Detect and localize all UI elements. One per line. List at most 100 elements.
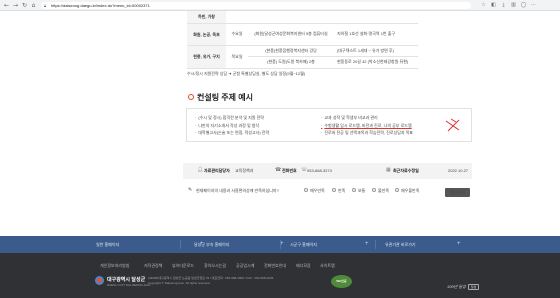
topic-list-right: 교과 성적 및 학생부 비교과 관리 수험생활 입시 로드맵, 비전과 진로, … <box>321 114 413 137</box>
day-cell <box>226 11 248 24</box>
phone-label: 전화번호 <box>282 168 297 173</box>
footer-link[interactable]: 저작권정책 <box>144 263 162 269</box>
radio-satisfied[interactable] <box>332 188 336 192</box>
note-cell: 현풍동로 20길 42 (박소신한태강창원 뒤편) <box>334 56 418 69</box>
link-label: 시군구 홈페이지 <box>290 242 317 247</box>
slogan-text: 100년 달성 <box>447 284 466 289</box>
schedule-note: 수시/정시 지원전략 상담 ➜ 군청 특별상담실, 별도 상담 일정(9월~12… <box>187 71 306 76</box>
list-item: 교과 성적 및 학생부 비교과 관리 <box>321 114 413 122</box>
address-line: (43008)대구광역시 달성군 논공읍 달성군청로 33 / 대표전화 : 0… <box>148 276 274 280</box>
site-footer: 개인정보처리방침 저작권정책 뷰어다운로드 찾아오시는길 공공업시계 전화번호안… <box>0 253 560 298</box>
footer-link[interactable]: 개인정보처리방침 <box>100 263 129 269</box>
place-cell: (현풍) 도원(도원 북카페) 2층 <box>248 56 334 69</box>
region-text: 현풍, 유가, 구지 <box>193 54 220 59</box>
slogan-tag: 달성 <box>467 284 480 290</box>
option-label: 매우불만족 <box>401 188 420 193</box>
link-related-orgs[interactable]: 유관기관 바로가기 + <box>385 240 465 249</box>
forward-arrow-icon[interactable]: → <box>12 2 19 9</box>
evaluate-button[interactable]: 평가하기 <box>445 188 470 197</box>
divider <box>375 240 376 249</box>
user-icon: 👤︎ <box>197 167 204 173</box>
date-value: 2022.10.27 <box>448 168 469 173</box>
satisfaction-survey: ✎ 현재페이지의 내용과 사용편의성에 만족하십니까? 매우만족 만족 보통 불… <box>183 183 472 199</box>
option-label: 보통 <box>358 188 366 193</box>
footer-link[interactable]: 사이트맵 <box>320 263 335 269</box>
footer-link[interactable]: 공공업시계 <box>236 263 254 269</box>
list-item: (수시 및 정시) 합격전 분석 및 지원 전략 <box>195 114 269 122</box>
org-name-en: DAEGU CITY DALSEONG-GUN <box>107 283 151 287</box>
copyright-line: Copyright © Dalseong-Gun. All rights res… <box>148 280 211 285</box>
calendar-icon: ▦ <box>386 167 391 173</box>
region-cell: 현풍, 유가, 구지 <box>187 45 226 69</box>
section-title-text: 컨설팅 주제 예시 <box>197 93 253 102</box>
place-cell: (현풍)현풍읍행정복지센터 강당 <box>248 45 334 57</box>
radio-dissatisfied[interactable] <box>372 188 376 192</box>
schedule-table: 하빈, 가창 화원, 논공, 옥포 수요일 (화원)달성군여성문화복지센터 5층… <box>187 11 418 69</box>
place-cell: (화원)달성군여성문화복지센터 5층 컴퓨터실 <box>248 23 334 46</box>
link-label: 유관기관 바로가기 <box>385 242 416 247</box>
wa-certification-badge[interactable]: WA인증 <box>331 275 352 288</box>
footer-link[interactable]: 뷰어다운로드 <box>172 263 194 269</box>
downloads-icon[interactable]: ⤓ <box>500 2 507 9</box>
link-label: 일반 홈페이지 <box>96 242 120 247</box>
radio-very-satisfied[interactable] <box>304 188 308 192</box>
region-cell: 화원, 논공, 옥포 <box>187 23 226 46</box>
table-row: 현풍, 유가, 구지 목요일 (현풍)현풍읍행정복지센터 강당 (대구텍스트 1… <box>187 45 418 69</box>
sidebar-icon[interactable]: ▥ <box>510 2 517 9</box>
list-item: 대학별고사(논술 또는 면접, 적성고사) 전략 <box>195 129 269 137</box>
note-cell: 지하철 1호선 설화·명곡역 1번 출구 <box>334 23 418 46</box>
table-row: 하빈, 가창 <box>187 11 418 24</box>
phone-icon: ☎︎ <box>275 167 282 173</box>
circle-bullet-icon <box>188 94 194 100</box>
section-title: 컨설팅 주제 예시 <box>188 92 253 103</box>
dept-value: 교육정책과 <box>235 168 254 173</box>
option-label: 불만족 <box>378 188 390 193</box>
lock-icon: 🔒︎ <box>44 3 47 8</box>
region-text: 화원, 논공, 옥포 <box>193 31 220 37</box>
browser-toolbar: ← → ↻ ⌂ 🔒︎ https://dalseong.daegu.kr/ind… <box>0 0 560 11</box>
org-name: 대구광역시 달성군 <box>107 277 146 283</box>
day-cell: 수요일 <box>226 23 248 46</box>
star-icon[interactable]: ☆ <box>480 2 487 9</box>
back-arrow-icon[interactable]: ← <box>3 2 10 9</box>
radio-very-dissatisfied[interactable] <box>395 188 399 192</box>
phone-value: 053-668-3274 <box>307 168 332 173</box>
option-label: 매우만족 <box>310 188 325 193</box>
date-label: 최근자료수정일 <box>393 168 419 173</box>
day-cell: 목요일 <box>226 45 248 69</box>
link-district-homepage[interactable]: 시군구 홈페이지 + <box>290 240 400 249</box>
county-logo-icon <box>95 276 104 285</box>
reload-icon[interactable]: ↻ <box>21 2 28 9</box>
address-bar[interactable]: 🔒︎ https://dalseong.daegu.kr/index.do?me… <box>41 2 471 9</box>
option-label: 만족 <box>338 188 346 193</box>
slogan: 100년 달성 달성 <box>447 284 480 290</box>
list-item: 진로와 전공 및 선택과목과 학습전략, 진로상담과 목표 <box>321 129 413 137</box>
footer-address: (43008)대구광역시 달성군 논공읍 달성군청로 33 / 대표전화 : 0… <box>148 276 273 285</box>
home-icon[interactable]: ⌂ <box>30 2 37 9</box>
url-text[interactable]: https://dalseong.daegu.kr/index.do?menu_… <box>51 3 150 8</box>
topic-box: (수시 및 정시) 합격전 분석 및 지원 전략 나만의 자기소개서 작성 과정… <box>186 108 472 142</box>
footer-link[interactable]: 전화번호안내 <box>264 263 286 269</box>
place-cell <box>248 11 334 24</box>
divider <box>180 240 181 249</box>
note-cell <box>334 11 418 24</box>
list-item: 수험생활 입시 로드맵, 비전과 진로, 나의 공부 로드맵 <box>321 122 413 130</box>
survey-question: 현재페이지의 내용과 사용편의성에 만족하십니까? <box>196 188 279 193</box>
region-cell: 하빈, 가창 <box>187 11 226 24</box>
footer-link[interactable]: 배너모음 <box>296 263 311 269</box>
related-sites-bar: 일반 홈페이지 + 달성군 부속 홈페이지 + 시군구 홈페이지 + 유관기관 … <box>0 236 560 253</box>
divider <box>280 240 281 249</box>
plus-icon: + <box>457 241 461 247</box>
footer-link[interactable]: 찾아오시는길 <box>204 263 226 269</box>
plus-icon: + <box>365 241 369 247</box>
list-item: 나만의 자기소개서 작성 과정 및 첨삭 <box>195 122 269 130</box>
table-row: 화원, 논공, 옥포 수요일 (화원)달성군여성문화복지센터 5층 컴퓨터실 지… <box>187 23 418 46</box>
extensions-icon[interactable]: ◧ <box>490 2 497 9</box>
red-scribble-mark <box>445 118 460 132</box>
manager-info-bar: 👤︎ 자료관리담당자 교육정책과 ☎︎ 전화번호 ☏ 053-668-3274 … <box>183 163 472 179</box>
profile-icon[interactable]: ◯ <box>520 2 527 9</box>
dept-label: 자료관리담당자 <box>204 168 230 173</box>
link-label: 달성군 부속 홈페이지 <box>194 242 230 247</box>
menu-icon[interactable]: ⋯ <box>530 2 537 9</box>
radio-normal[interactable] <box>352 188 356 192</box>
